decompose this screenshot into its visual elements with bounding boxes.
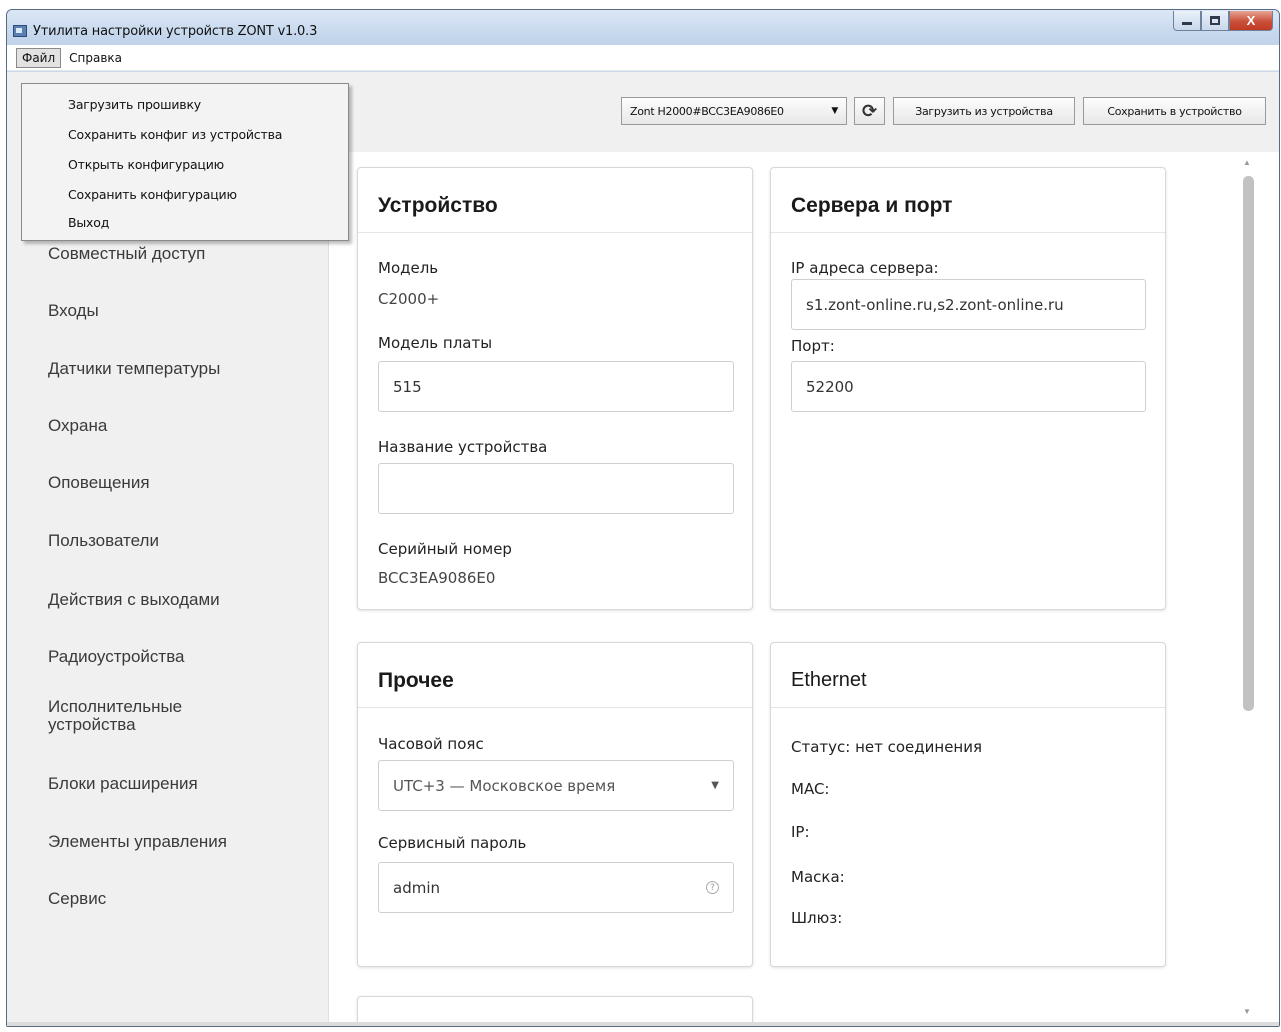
divider <box>358 232 752 233</box>
refresh-button[interactable]: ⟳ <box>854 97 885 125</box>
device-name-field[interactable] <box>378 463 734 514</box>
timezone-label: Часовой пояс <box>378 735 484 753</box>
divider <box>358 707 752 708</box>
sidebar-item-shared-access[interactable]: Совместный доступ <box>48 245 288 263</box>
maximize-icon <box>1210 16 1220 25</box>
server-ip-field[interactable]: s1.zont-online.ru,s2.zont-online.ru <box>791 279 1146 330</box>
servers-card: Сервера и порт IP адреса сервера: s1.zon… <box>770 167 1166 610</box>
menu-bar: Файл Справка <box>7 45 1279 71</box>
menu-item-load-firmware[interactable]: Загрузить прошивку <box>22 90 348 120</box>
ethernet-status: Статус: нет соединения <box>791 738 983 756</box>
port-label: Порт: <box>791 337 835 355</box>
main-panel: Устройство Модель C2000+ Модель платы 51… <box>329 152 1279 1022</box>
service-password-label: Сервисный пароль <box>378 834 527 852</box>
board-model-value: 515 <box>393 377 422 396</box>
other-card-title: Прочее <box>378 669 454 692</box>
menu-item-exit[interactable]: Выход <box>22 210 348 236</box>
minimize-button[interactable] <box>1173 11 1201 31</box>
menu-item-save-config-from-device[interactable]: Сохранить конфиг из устройства <box>22 120 348 150</box>
window-title: Утилита настройки устройств ZONT v1.0.3 <box>33 24 318 39</box>
sidebar-item-output-actions[interactable]: Действия с выходами <box>48 591 288 609</box>
device-card-title: Устройство <box>378 194 498 217</box>
sidebar-item-security[interactable]: Охрана <box>48 417 288 435</box>
device-name-label: Название устройства <box>378 438 548 456</box>
sidebar-item-actuators[interactable]: Исполнительные устройства <box>48 698 288 734</box>
menu-file[interactable]: Файл <box>16 47 62 68</box>
divider <box>771 707 1165 708</box>
close-button[interactable]: X <box>1229 11 1273 31</box>
load-from-device-button[interactable]: Загрузить из устройства <box>893 97 1075 125</box>
server-ip-label: IP адреса сервера: <box>791 259 939 277</box>
other-card: Прочее Часовой пояс UTC+3 — Московское в… <box>357 642 753 967</box>
menu-item-open-config[interactable]: Открыть конфигурацию <box>22 150 348 180</box>
sidebar: Совместный доступ Входы Датчики температ… <box>7 152 329 1022</box>
sidebar-item-controls[interactable]: Элементы управления <box>48 833 288 851</box>
timezone-value: UTC+3 — Московское время <box>393 776 616 795</box>
ethernet-ip: IP: <box>791 823 810 841</box>
divider <box>771 232 1165 233</box>
scroll-down-icon[interactable]: ▼ <box>1243 1007 1251 1016</box>
menu-help[interactable]: Справка <box>63 48 128 68</box>
app-icon <box>13 25 27 37</box>
close-icon: X <box>1246 13 1256 28</box>
port-value: 52200 <box>806 377 854 396</box>
vertical-scrollbar[interactable]: ▲ ▼ <box>1239 152 1257 1022</box>
service-password-field[interactable]: admin ? <box>378 862 734 913</box>
ethernet-card-title: Ethernet <box>791 669 867 691</box>
maximize-button[interactable] <box>1201 11 1229 31</box>
model-value: C2000+ <box>378 290 440 308</box>
sidebar-item-notifications[interactable]: Оповещения <box>48 474 288 492</box>
save-to-device-button[interactable]: Сохранить в устройство <box>1083 97 1266 125</box>
refresh-icon: ⟳ <box>861 100 878 121</box>
port-field[interactable]: 52200 <box>791 361 1146 412</box>
service-password-value: admin <box>393 878 440 897</box>
device-card: Устройство Модель C2000+ Модель платы 51… <box>357 167 753 610</box>
ethernet-mask: Маска: <box>791 868 845 886</box>
sidebar-item-service[interactable]: Сервис <box>48 890 288 908</box>
help-icon[interactable]: ? <box>706 881 719 894</box>
menu-item-save-config[interactable]: Сохранить конфигурацию <box>22 180 348 210</box>
device-select-value: Zont H2000#BCC3EA9086E0 <box>630 104 784 118</box>
server-ip-value: s1.zont-online.ru,s2.zont-online.ru <box>806 295 1064 314</box>
ethernet-mac: MAC: <box>791 780 830 798</box>
servers-card-title: Сервера и порт <box>791 194 953 217</box>
model-label: Модель <box>378 259 439 277</box>
scroll-thumb[interactable] <box>1243 176 1254 711</box>
ethernet-gateway: Шлюз: <box>791 909 843 927</box>
caret-down-icon: ▼ <box>711 780 719 791</box>
scroll-up-icon[interactable]: ▲ <box>1243 158 1251 167</box>
chevron-down-icon: ▼ <box>831 106 838 116</box>
device-select[interactable]: Zont H2000#BCC3EA9086E0 ▼ <box>621 97 847 125</box>
minimize-icon <box>1182 22 1192 25</box>
sidebar-item-users[interactable]: Пользователи <box>48 532 288 550</box>
sidebar-item-temp-sensors[interactable]: Датчики температуры <box>48 360 288 378</box>
status-bar <box>7 1022 1279 1026</box>
serial-label: Серийный номер <box>378 540 512 558</box>
next-card <box>357 996 753 1022</box>
sidebar-item-radio-devices[interactable]: Радиоустройства <box>48 648 288 666</box>
sidebar-item-inputs[interactable]: Входы <box>48 302 288 320</box>
ethernet-card: Ethernet Статус: нет соединения MAC: IP:… <box>770 642 1166 967</box>
timezone-select[interactable]: UTC+3 — Московское время ▼ <box>378 760 734 811</box>
board-model-label: Модель платы <box>378 334 493 352</box>
serial-value: BCC3EA9086E0 <box>378 569 496 587</box>
file-menu-dropdown: Загрузить прошивку Сохранить конфиг из у… <box>21 83 349 241</box>
window-controls: X <box>1173 11 1273 31</box>
sidebar-item-expansion-blocks[interactable]: Блоки расширения <box>48 775 288 793</box>
board-model-field[interactable]: 515 <box>378 361 734 412</box>
